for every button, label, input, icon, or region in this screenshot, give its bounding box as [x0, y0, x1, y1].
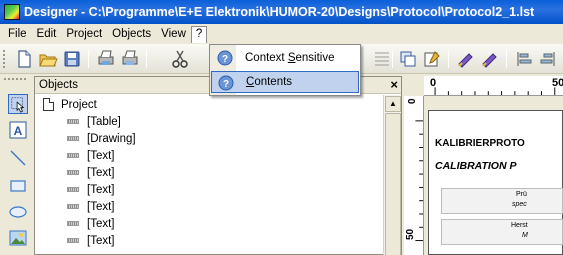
rectangle-tool-icon[interactable] [8, 176, 28, 196]
tree-item-label: [Table] [87, 115, 121, 128]
tree-item-label: [Text] [87, 183, 115, 196]
print-icon[interactable] [120, 49, 140, 69]
context-help-icon: ? [217, 50, 233, 66]
toolbar-grip[interactable] [3, 50, 6, 68]
objects-tree: Project [Table] [Drawing] [Text] [Text] … [35, 95, 383, 255]
tree-item-label: [Text] [87, 217, 115, 230]
menu-project[interactable]: Project [61, 26, 107, 42]
tree-item[interactable]: [Text] [67, 232, 114, 249]
page-heading: KALIBRIERPROTO [435, 138, 525, 149]
designer-canvas: 0 50 0 50 KALIBRIERPROTO CALIBRATION P P… [404, 76, 563, 255]
field-label: Herst [511, 222, 528, 229]
menu-item-label: Contents [246, 76, 293, 88]
menu-edit[interactable]: Edit [32, 26, 62, 42]
tree-item[interactable]: [Text] [67, 198, 114, 215]
tree-item[interactable]: [Table] [67, 113, 121, 130]
tree-item[interactable]: [Text] [67, 164, 114, 181]
open-folder-icon[interactable] [38, 49, 58, 69]
object-icon [67, 204, 79, 209]
object-icon [67, 153, 79, 158]
object-icon [67, 119, 79, 124]
menu-help[interactable]: ? [190, 25, 208, 43]
title-bar: Designer - C:\Programme\E+E Elektronik\H… [0, 0, 563, 24]
select-tool-icon[interactable] [8, 94, 28, 114]
toolbar-separator [506, 50, 507, 68]
picture-tool-icon[interactable] [8, 228, 28, 248]
objects-panel: Objects × Project [Table] [Drawing] [Tex… [34, 76, 402, 255]
close-panel-button[interactable]: × [390, 77, 398, 92]
form-field-box[interactable]: Prü spec [441, 188, 563, 214]
toolbar-separator [392, 50, 393, 68]
ruler-corner [404, 76, 424, 96]
line-tool-icon[interactable] [8, 148, 28, 168]
scrollbar-thumb[interactable] [385, 113, 401, 255]
tree-item[interactable]: [Text] [67, 181, 114, 198]
object-icon [67, 238, 79, 243]
menu-item-contents[interactable]: ? Contents [211, 71, 359, 93]
designer-window: Designer - C:\Programme\E+E Elektronik\H… [0, 0, 563, 255]
object-toolbar: A [0, 76, 32, 255]
cut-icon[interactable] [170, 49, 190, 69]
toolbar-separator [146, 50, 147, 68]
scroll-up-arrow-icon[interactable]: ▲ [385, 96, 401, 112]
object-icon [67, 187, 79, 192]
tree-item-label: [Text] [87, 166, 115, 179]
menu-view[interactable]: View [156, 26, 191, 42]
grid-icon[interactable] [372, 49, 392, 69]
document-icon [43, 98, 54, 111]
toolbar-separator [88, 50, 89, 68]
tree-item-label: [Text] [87, 234, 115, 247]
tree-item[interactable]: [Text] [67, 215, 114, 232]
form-field-box[interactable]: Herst M [441, 219, 563, 245]
objects-scrollbar[interactable]: ▲ [383, 95, 401, 255]
format-painter-icon[interactable] [456, 49, 476, 69]
tree-item[interactable]: [Text] [67, 147, 114, 164]
tree-item[interactable]: [Drawing] [67, 130, 136, 147]
print-preview-icon[interactable] [96, 49, 116, 69]
tree-item-label: [Text] [87, 200, 115, 213]
app-icon [4, 4, 20, 20]
tree-item-project[interactable]: Project [43, 96, 97, 113]
layers-icon[interactable] [398, 49, 418, 69]
svg-text:A: A [14, 124, 23, 138]
object-icon [67, 170, 79, 175]
properties-icon[interactable] [422, 49, 442, 69]
menu-objects[interactable]: Objects [107, 26, 156, 42]
ruler-label: 0 [430, 77, 437, 89]
ellipse-tool-icon[interactable] [8, 202, 28, 222]
object-icon [67, 136, 79, 141]
svg-text:?: ? [222, 54, 228, 65]
menu-bar: File Edit Project Objects View ? [0, 24, 563, 44]
help-menu-dropdown: ? Context Sensitive ? Contents [209, 44, 361, 96]
align-left-icon[interactable] [514, 49, 534, 69]
format-copy-icon[interactable] [480, 49, 500, 69]
horizontal-ruler [424, 76, 563, 96]
window-title: Designer - C:\Programme\E+E Elektronik\H… [24, 5, 535, 19]
ruler-label: 50 [552, 77, 563, 89]
save-icon[interactable] [62, 49, 82, 69]
tree-item-label: [Drawing] [87, 132, 136, 145]
field-label: M [522, 232, 528, 239]
field-label: spec [512, 201, 527, 208]
report-page[interactable]: KALIBRIERPROTO CALIBRATION P Prü spec He… [428, 110, 563, 255]
ruler-label: 0 [407, 98, 418, 104]
tree-item-label: [Text] [87, 149, 115, 162]
object-icon [67, 221, 79, 226]
help-contents-icon: ? [218, 75, 234, 91]
menu-file[interactable]: File [3, 26, 32, 42]
svg-text:?: ? [223, 79, 229, 90]
new-file-icon[interactable] [14, 49, 34, 69]
menu-item-context-sensitive[interactable]: ? Context Sensitive [211, 47, 359, 69]
align-right-icon[interactable] [538, 49, 558, 69]
menu-item-label: Context Sensitive [245, 52, 335, 64]
objects-panel-title: Objects [39, 79, 78, 91]
text-tool-icon[interactable]: A [8, 120, 28, 140]
ruler-label: 50 [405, 228, 416, 240]
field-label: Prü [516, 191, 527, 198]
tree-item-label: Project [61, 98, 97, 111]
toolbar-grip[interactable] [4, 78, 26, 80]
page-subheading: CALIBRATION P [435, 160, 517, 172]
toolbar-separator [448, 50, 449, 68]
